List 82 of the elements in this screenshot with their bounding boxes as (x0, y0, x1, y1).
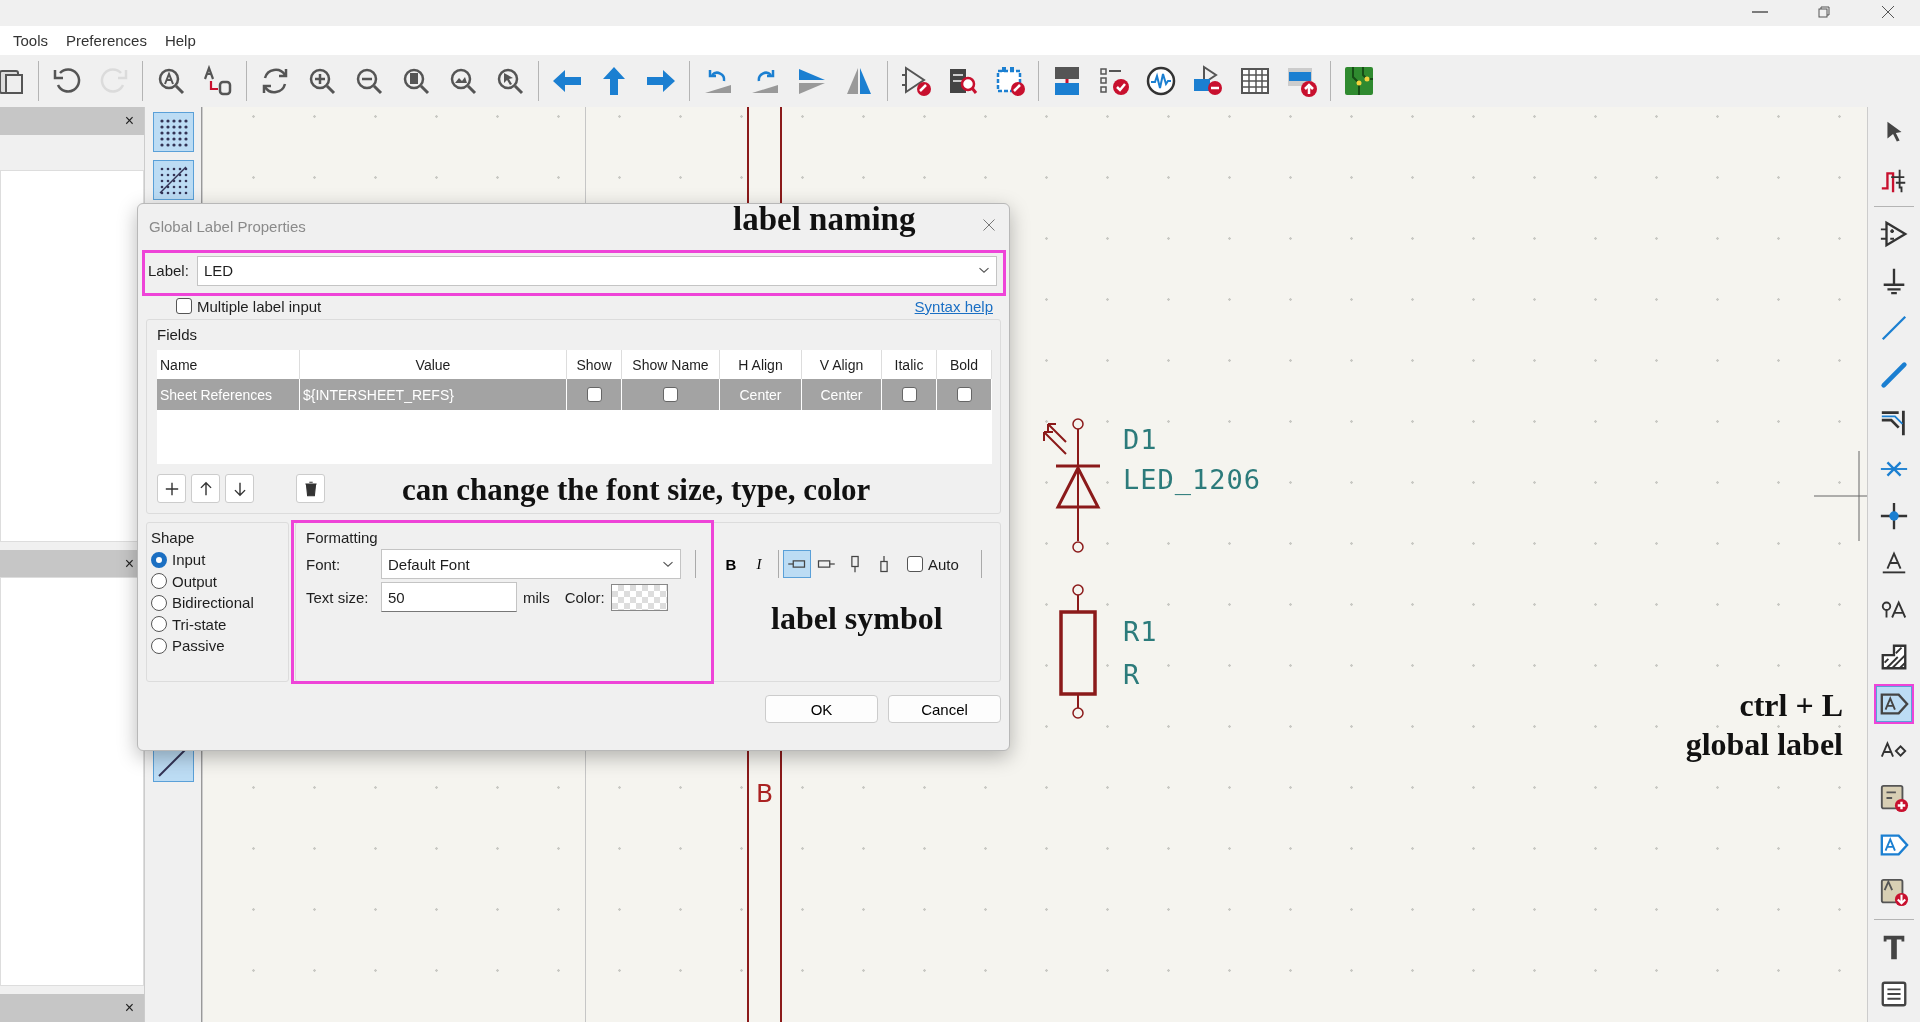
component-value: R (1123, 661, 1141, 688)
junction-icon (1879, 501, 1909, 531)
text-size-field[interactable]: 50 (381, 582, 517, 612)
table-cell: Center (720, 379, 802, 410)
restore-icon (1816, 4, 1832, 20)
checklist-icon (1098, 65, 1130, 97)
reference-designator: R1 (1123, 618, 1158, 645)
column-header: Italic (882, 350, 937, 379)
column-header: Bold (937, 350, 992, 379)
close-button[interactable]: × (124, 999, 134, 1018)
annotation-text: label symbol (771, 602, 943, 634)
bold-button[interactable]: B (718, 551, 744, 577)
annotation-text: label naming (733, 203, 916, 236)
column-header: Show (567, 350, 622, 379)
annotation-text: can change the font size, type, color (402, 474, 871, 505)
column-header: Show Name (622, 350, 720, 379)
radio-button[interactable]: Bidirectional (151, 592, 284, 614)
radio-button[interactable]: Passive (151, 635, 284, 657)
table-tool-button[interactable] (296, 474, 325, 503)
tool-button[interactable] (1874, 684, 1914, 724)
hatched-area-icon (1879, 642, 1909, 672)
close-icon (981, 216, 997, 233)
menu-item[interactable]: Help (155, 28, 205, 53)
checkbox[interactable] (586, 387, 602, 402)
unit-label: mils (523, 588, 550, 606)
font-dropdown[interactable]: Default Font (381, 549, 681, 579)
waveform-icon (1145, 65, 1177, 97)
orientation-button[interactable] (783, 550, 811, 578)
column-header: V Align (802, 350, 882, 379)
table-icon (1239, 65, 1271, 97)
table-cell: Center (802, 379, 882, 410)
dialog-button[interactable]: OK (765, 695, 878, 723)
reference-designator: D1 (1123, 426, 1158, 453)
menu-item[interactable]: Preferences (57, 28, 156, 53)
close-button[interactable]: × (124, 111, 134, 130)
sheet-import-icon (1879, 877, 1909, 907)
annotation-text: ctrl + L (1739, 689, 1843, 721)
text-box-icon (1879, 979, 1909, 1009)
italic-button[interactable]: I (746, 551, 772, 577)
color-swatch[interactable] (610, 583, 668, 611)
dialog-button[interactable]: Cancel (888, 695, 1001, 723)
table-cell: Sheet References (157, 379, 300, 410)
group-title: Shape (151, 529, 196, 546)
column-header: H Align (720, 350, 802, 379)
amplifier-icon (1879, 219, 1909, 249)
syntax-help-link[interactable]: Syntax help (914, 297, 993, 315)
replace-icon (202, 65, 234, 97)
group-title: Formatting (306, 529, 379, 546)
thin-line-icon (1879, 313, 1909, 343)
symbol-edit-icon (900, 65, 932, 97)
sheet-add-icon (1879, 783, 1909, 813)
multiple-input-checkbox[interactable]: Multiple label input (176, 297, 322, 315)
circuit-board-icon (1343, 65, 1375, 97)
column-header: Value (300, 350, 567, 379)
bom-export-icon (1286, 65, 1318, 97)
menu-item[interactable]: Tools (4, 28, 58, 53)
toolbar-button[interactable] (152, 160, 194, 200)
field-label: Color: (564, 588, 605, 606)
radio-button[interactable]: Input (151, 549, 284, 571)
table-cell: ${INTERSHEET_REFS} (300, 379, 567, 410)
radio-button[interactable]: Tri-state (151, 613, 284, 635)
group-title: Fields (157, 326, 198, 343)
minimize-icon (1752, 11, 1768, 13)
checkbox[interactable] (901, 387, 917, 402)
table-tool-button[interactable] (157, 474, 186, 503)
radio-button[interactable]: Output (151, 570, 284, 592)
checkbox[interactable] (663, 387, 678, 402)
label-combo-field[interactable]: LED (196, 255, 997, 286)
component-value: LED_1206 (1123, 466, 1262, 493)
auto-checkbox[interactable]: Auto (907, 555, 959, 573)
diagonal-grid-icon (157, 164, 189, 196)
close-button[interactable]: × (124, 554, 134, 573)
dialog-title: Global Label Properties (149, 217, 306, 235)
toolbar-button[interactable] (152, 112, 194, 152)
column-header: Name (157, 350, 300, 379)
annotation-text: global label (1685, 728, 1843, 760)
thick-line-icon (1879, 360, 1909, 390)
checkbox[interactable] (956, 387, 972, 402)
field-label: Label: (148, 262, 189, 279)
close-icon (1880, 4, 1896, 20)
field-label: Font: (306, 555, 342, 573)
field-label: Text size: (306, 588, 370, 606)
